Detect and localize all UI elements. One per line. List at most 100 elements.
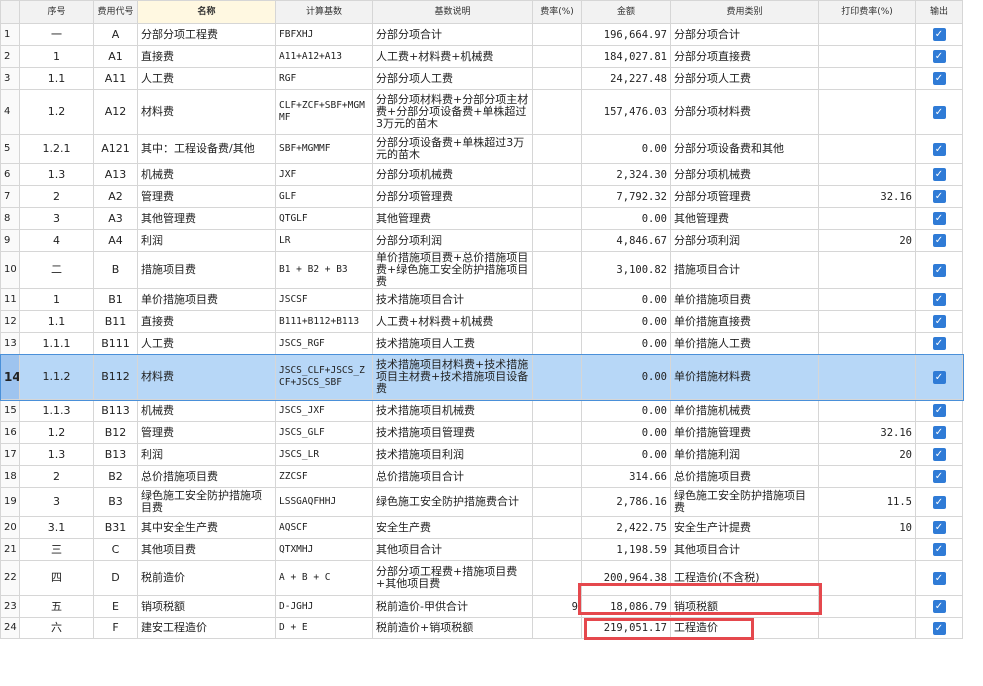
fee-code-cell[interactable]: B112 (93, 354, 138, 400)
seq-cell[interactable]: 1.1.1 (19, 332, 94, 355)
calc-base-cell[interactable]: D-JGHJ (275, 595, 373, 618)
output-cell[interactable]: ✓ (915, 595, 963, 618)
calc-base-cell[interactable]: ZZCSF (275, 465, 373, 488)
rate-cell[interactable] (532, 443, 582, 466)
table-row[interactable]: 14 1.1.2 B112 材料费 JSCS_CLF+JSCS_ZCF+JSCS_SBF… (0, 353, 964, 401)
calc-base-cell[interactable]: JSCS_CLF+JSCS_ZCF+JSCS_SBF (275, 354, 373, 400)
amount-cell[interactable]: 0.00 (581, 354, 671, 400)
output-checkbox[interactable]: ✓ (932, 234, 946, 247)
calc-base-cell[interactable]: JSCS_GLF (275, 421, 373, 444)
base-desc-cell[interactable]: 总价措施项目合计 (372, 465, 533, 488)
output-checkbox[interactable]: ✓ (932, 621, 946, 635)
output-checkbox[interactable]: ✓ (932, 105, 946, 119)
output-cell[interactable]: ✓ (915, 516, 963, 539)
rate-cell[interactable] (532, 399, 582, 422)
print-rate-cell[interactable] (818, 595, 916, 618)
table-row[interactable]: 2 1 A1 直接费 A11+A12+A13 人工费+材料费+机械费 184,027.81 分… (0, 45, 963, 68)
output-checkbox[interactable]: ✓ (932, 72, 946, 85)
name-cell[interactable]: 机械费 (137, 399, 276, 422)
print-rate-cell[interactable] (818, 332, 916, 355)
calc-base-cell[interactable]: RGF (275, 67, 373, 90)
print-rate-cell[interactable] (818, 67, 916, 90)
calc-base-cell[interactable]: A11+A12+A13 (275, 45, 373, 68)
row-number[interactable]: 21 (0, 538, 20, 561)
fee-category-cell[interactable]: 分部分项人工费 (670, 67, 819, 90)
output-checkbox[interactable]: ✓ (932, 600, 946, 613)
fee-category-cell[interactable]: 单价措施机械费 (670, 399, 819, 422)
output-cell[interactable]: ✓ (915, 134, 963, 164)
header-seq[interactable]: 序号 (19, 0, 94, 24)
output-cell[interactable]: ✓ (915, 310, 963, 333)
fee-code-cell[interactable]: A1 (93, 45, 138, 68)
fee-code-cell[interactable]: B3 (93, 487, 138, 517)
fee-category-cell[interactable]: 分部分项直接费 (670, 45, 819, 68)
row-number[interactable]: 1 (0, 23, 20, 46)
name-cell[interactable]: 利润 (137, 229, 276, 252)
print-rate-cell[interactable]: 10 (818, 516, 916, 539)
seq-cell[interactable]: 三 (19, 538, 94, 561)
row-number[interactable]: 24 (0, 617, 20, 639)
rate-cell[interactable] (532, 45, 582, 68)
amount-cell[interactable]: 1,198.59 (581, 538, 671, 561)
output-cell[interactable]: ✓ (915, 229, 963, 252)
output-checkbox[interactable]: ✓ (932, 521, 946, 534)
header-rate[interactable]: 费率(%) (532, 0, 582, 24)
amount-cell[interactable]: 200,964.38 (581, 560, 671, 596)
base-desc-cell[interactable]: 分部分项管理费 (372, 185, 533, 208)
name-cell[interactable]: 税前造价 (137, 560, 276, 596)
fee-category-cell[interactable]: 分部分项利润 (670, 229, 819, 252)
name-cell[interactable]: 绿色施工安全防护措施项目费 (137, 487, 276, 517)
calc-base-cell[interactable]: JSCS_RGF (275, 332, 373, 355)
table-row[interactable]: 9 4 A4 利润 LR 分部分项利润 4,846.67 分部分项利润 20 ✓ (0, 229, 963, 252)
print-rate-cell[interactable]: 20 (818, 443, 916, 466)
row-number[interactable]: 10 (0, 251, 20, 289)
output-cell[interactable]: ✓ (915, 251, 963, 289)
base-desc-cell[interactable]: 技术措施项目合计 (372, 288, 533, 311)
base-desc-cell[interactable]: 技术措施项目材料费+技术措施项目主材费+技术措施项目设备费 (372, 354, 533, 400)
output-checkbox[interactable]: ✓ (932, 315, 946, 328)
base-desc-cell[interactable]: 分部分项利润 (372, 229, 533, 252)
name-cell[interactable]: 其他项目费 (137, 538, 276, 561)
row-number[interactable]: 18 (0, 465, 20, 488)
print-rate-cell[interactable] (818, 560, 916, 596)
output-cell[interactable]: ✓ (915, 617, 963, 639)
name-cell[interactable]: 人工费 (137, 332, 276, 355)
name-cell[interactable]: 建安工程造价 (137, 617, 276, 639)
seq-cell[interactable]: 1.1 (19, 67, 94, 90)
print-rate-cell[interactable] (818, 134, 916, 164)
base-desc-cell[interactable]: 其他项目合计 (372, 538, 533, 561)
header-output[interactable]: 输出 (915, 0, 963, 24)
calc-base-cell[interactable]: A + B + C (275, 560, 373, 596)
print-rate-cell[interactable] (818, 163, 916, 186)
fee-category-cell[interactable]: 措施项目合计 (670, 251, 819, 289)
calc-base-cell[interactable]: B1 + B2 + B3 (275, 251, 373, 289)
rate-cell[interactable] (532, 163, 582, 186)
row-number[interactable]: 13 (0, 332, 20, 355)
print-rate-cell[interactable] (818, 251, 916, 289)
seq-cell[interactable]: 4 (19, 229, 94, 252)
amount-cell[interactable]: 0.00 (581, 443, 671, 466)
seq-cell[interactable]: 1.2 (19, 421, 94, 444)
table-row[interactable]: 13 1.1.1 B111 人工费 JSCS_RGF 技术措施项目人工费 0.00 单价措施人… (0, 332, 963, 355)
print-rate-cell[interactable] (818, 310, 916, 333)
name-cell[interactable]: 管理费 (137, 185, 276, 208)
rate-cell[interactable] (532, 332, 582, 355)
print-rate-cell[interactable] (818, 399, 916, 422)
base-desc-cell[interactable]: 人工费+材料费+机械费 (372, 45, 533, 68)
row-number[interactable]: 17 (0, 443, 20, 466)
seq-cell[interactable]: 1 (19, 288, 94, 311)
header-print-rate[interactable]: 打印费率(%) (818, 0, 916, 24)
amount-cell[interactable]: 0.00 (581, 207, 671, 230)
base-desc-cell[interactable]: 分部分项设备费+单株超过3万元的苗木 (372, 134, 533, 164)
output-checkbox[interactable]: ✓ (932, 50, 946, 63)
print-rate-cell[interactable] (818, 354, 916, 400)
fee-category-cell[interactable]: 单价措施直接费 (670, 310, 819, 333)
header-base-desc[interactable]: 基数说明 (372, 0, 533, 24)
table-row[interactable]: 4 1.2 A12 材料费 CLF+ZCF+SBF+MGMMF 分部分项材料费+分部分项主… (0, 89, 963, 135)
amount-cell[interactable]: 2,786.16 (581, 487, 671, 517)
table-row[interactable]: 12 1.1 B11 直接费 B111+B112+B113 人工费+材料费+机械费 0.00… (0, 310, 963, 333)
fee-category-cell[interactable]: 单价措施管理费 (670, 421, 819, 444)
row-number[interactable]: 9 (0, 229, 20, 252)
seq-cell[interactable]: 1.1.3 (19, 399, 94, 422)
table-row[interactable]: 23 五 E 销项税额 D-JGHJ 税前造价-甲供合计 9 18,086.79 销项税额 ✓ (0, 595, 963, 618)
